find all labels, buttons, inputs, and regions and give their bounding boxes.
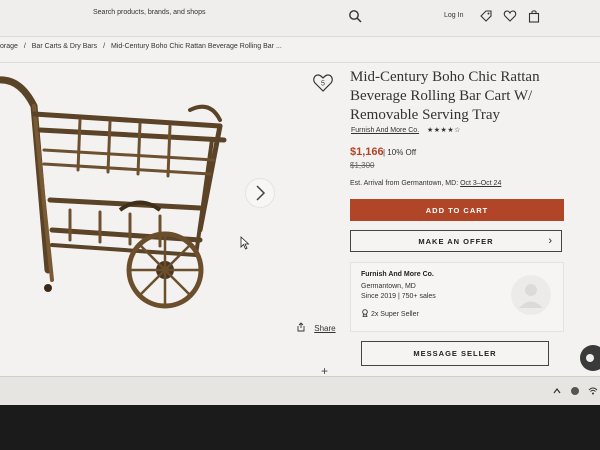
discount-label: | 10% Off [383, 148, 417, 157]
next-image-button[interactable] [245, 178, 275, 208]
seller-name[interactable]: Furnish And More Co. [361, 271, 434, 278]
browser-viewport: Search products, brands, and shops Log I… [0, 0, 600, 405]
divider [0, 62, 600, 63]
breadcrumb-item-current: Mid-Century Boho Chic Rattan Beverage Ro… [110, 43, 282, 50]
breadcrumb-separator: / [23, 43, 26, 50]
heart-icon[interactable] [503, 9, 517, 23]
share-label: Share [314, 324, 336, 333]
sale-price: $1,166 [350, 146, 384, 158]
seller-since: Since 2019 | 750+ sales [361, 293, 436, 300]
seller-link[interactable]: Furnish And More Co. [351, 127, 419, 134]
search-input[interactable]: Search products, brands, and shops [93, 9, 205, 16]
make-offer-label: MAKE AN OFFER [418, 236, 494, 246]
seller-card: Furnish And More Co. Germantown, MD Sinc… [350, 262, 564, 332]
seller-avatar [511, 275, 551, 315]
breadcrumb-item[interactable]: Bar Carts & Dry Bars [32, 43, 97, 50]
super-seller-badge: 2x Super Seller [361, 309, 419, 318]
product-image[interactable] [0, 70, 240, 310]
message-seller-button[interactable]: MESSAGE SELLER [361, 341, 549, 366]
chat-button[interactable] [580, 345, 600, 371]
add-to-cart-button[interactable]: ADD TO CART [350, 199, 564, 221]
tag-icon[interactable] [479, 9, 493, 23]
share-button[interactable]: Share [296, 322, 336, 333]
product-title: Mid-Century Boho Chic Rattan Beverage Ro… [350, 69, 540, 123]
badge-icon [362, 309, 368, 318]
chevron-right-icon [256, 185, 266, 201]
share-icon [297, 322, 305, 332]
breadcrumb: orage / Bar Carts & Dry Bars / Mid-Centu… [0, 43, 286, 50]
os-taskbar [0, 377, 600, 405]
seller-location: Germantown, MD [361, 283, 416, 290]
arrival-estimate: Est. Arrival from Germantown, MD: Oct 3–… [350, 180, 501, 187]
chevron-right-icon: › [548, 235, 553, 247]
search-icon[interactable] [348, 9, 362, 23]
favorite-button[interactable]: 5 [312, 72, 334, 94]
original-price: $1,300 [350, 161, 375, 170]
favorites-count: 5 [321, 81, 325, 88]
shield-icon[interactable] [570, 386, 580, 396]
wifi-icon[interactable] [588, 386, 598, 396]
login-link[interactable]: Log In [444, 12, 463, 19]
chevron-up-icon[interactable] [552, 386, 562, 396]
breadcrumb-item[interactable]: orage [0, 43, 18, 50]
mouse-cursor-icon [240, 236, 250, 250]
chat-icon [586, 354, 594, 362]
badge-label: 2x Super Seller [370, 311, 419, 318]
seller-rating: ★★★★☆ [427, 127, 461, 134]
bag-icon[interactable] [527, 9, 541, 23]
site-header: Search products, brands, and shops Log I… [0, 0, 600, 37]
arrival-dates-link[interactable]: Oct 3–Oct 24 [460, 180, 501, 187]
arrival-label: Est. Arrival from Germantown, MD: [350, 180, 459, 187]
heart-icon: 5 [313, 74, 333, 92]
make-offer-button[interactable]: MAKE AN OFFER › [350, 230, 562, 252]
breadcrumb-separator: / [103, 43, 106, 50]
